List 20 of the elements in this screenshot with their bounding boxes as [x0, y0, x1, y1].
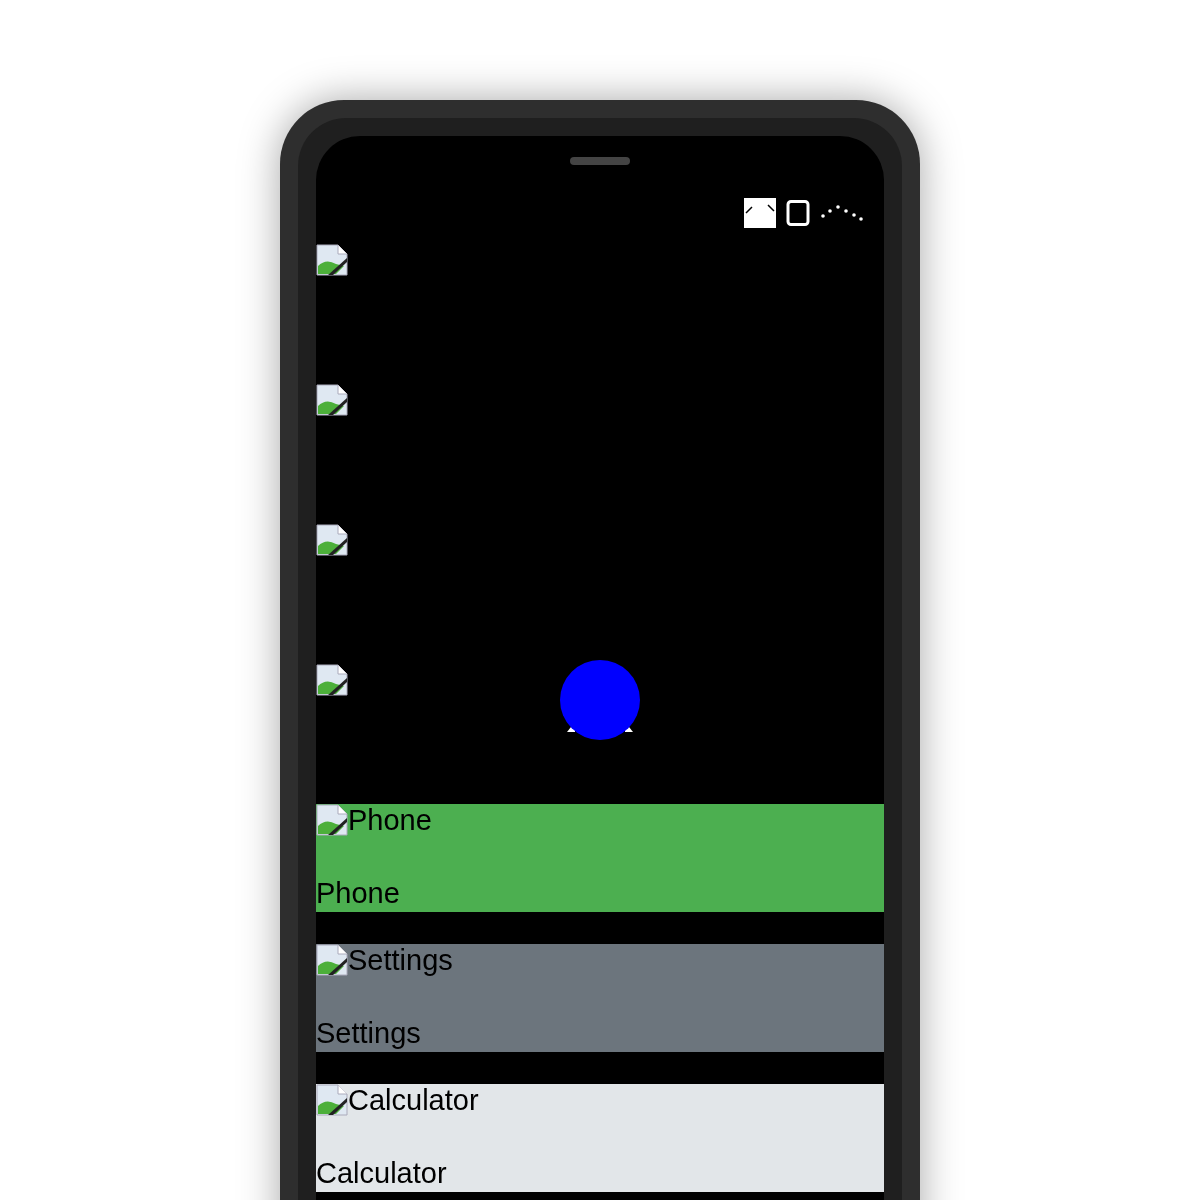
app-label: Calculator — [316, 1156, 448, 1191]
image-alt-text: Calculator — [348, 1083, 479, 1118]
broken-image-icon — [316, 244, 348, 276]
app-tile[interactable]: Calculator Calculator — [316, 1084, 884, 1192]
broken-image-icon — [316, 384, 348, 416]
app-tile[interactable]: Settings Settings — [316, 944, 884, 1052]
battery-icon — [786, 200, 810, 226]
image-alt-text: Settings — [348, 943, 453, 978]
broken-image-icon — [316, 664, 348, 696]
broken-image-icon — [316, 1084, 348, 1116]
app-label: Phone — [316, 876, 401, 911]
broken-image-icon — [316, 524, 348, 556]
app-tile[interactable]: Phone Phone — [316, 804, 884, 912]
image-alt-text: Phone — [348, 803, 432, 838]
speaker-slot — [570, 157, 630, 165]
image-icon — [744, 198, 776, 228]
broken-image-icon — [316, 804, 348, 836]
app-label: Settings — [316, 1016, 422, 1051]
signal-icon — [820, 203, 864, 223]
broken-image-icon — [316, 944, 348, 976]
